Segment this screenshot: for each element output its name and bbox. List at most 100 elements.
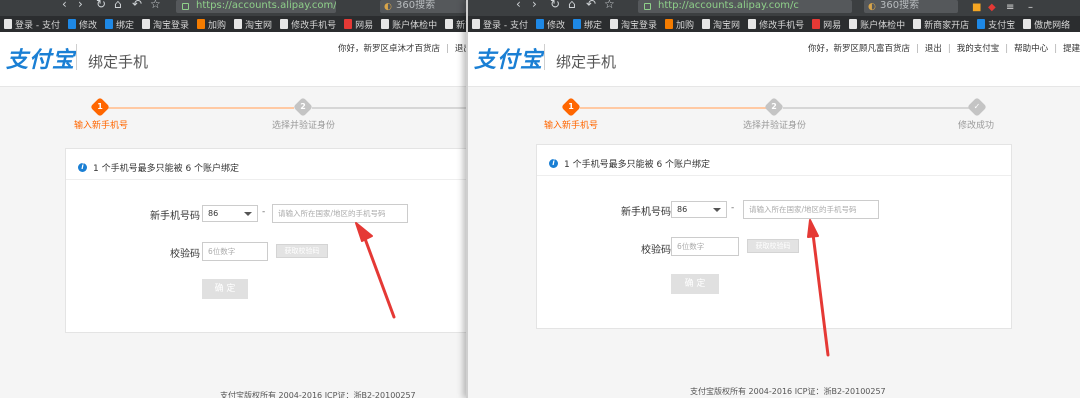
page-title: 绑定手机 — [556, 53, 617, 71]
card-divider — [66, 179, 470, 180]
step-connector — [783, 107, 969, 109]
star-icon[interactable]: ☆ — [604, 0, 615, 11]
phone-input[interactable]: 请输入所在国家/地区的手机号码 — [743, 200, 879, 219]
bookmark-item[interactable]: 淘宝网 — [702, 18, 740, 31]
alipay-logo[interactable]: 支付宝 — [474, 42, 543, 74]
confirm-button[interactable]: 确 定 — [671, 274, 719, 294]
browser-titlebar: ‹ › ↻ ⌂ ↶ ☆ http://accounts.alipay.com/c… — [468, 0, 1080, 16]
reload-icon[interactable]: ↻ — [550, 0, 560, 11]
search-engine-icon: ◐ — [384, 2, 392, 12]
bookmark-item[interactable]: 账户体检中 — [381, 18, 437, 31]
address-bar[interactable]: https://accounts.alipay.com/co — [176, 0, 336, 13]
info-notice: i 1 个手机号最多只能被 6 个账户绑定 — [549, 157, 710, 170]
star-icon[interactable]: ☆ — [150, 0, 161, 11]
alipay-icon — [535, 19, 544, 29]
minimize-icon[interactable]: – — [1028, 2, 1033, 13]
bookmark-item[interactable]: 账户体检中 — [849, 18, 905, 31]
bookmark-item[interactable]: 绑定 — [573, 18, 602, 31]
bookmark-item[interactable]: 修改 — [535, 18, 565, 31]
chevron-down-icon — [244, 212, 252, 216]
forward-icon[interactable]: › — [78, 0, 83, 11]
card-divider — [537, 175, 1011, 176]
page-title: 绑定手机 — [88, 53, 149, 71]
taobao-icon — [665, 19, 674, 29]
bookmark-item[interactable]: 淘宝网 — [234, 18, 272, 31]
country-code-select[interactable]: 86 — [202, 205, 258, 222]
page-icon — [702, 19, 711, 29]
home-icon[interactable]: ⌂ — [114, 0, 122, 11]
step-2-marker: 2 — [293, 97, 313, 117]
confirm-button[interactable]: 确 定 — [202, 279, 248, 299]
bookmark-item[interactable]: 傲虎网络 — [1023, 18, 1070, 31]
bookmark-item[interactable]: 网易 — [344, 18, 373, 31]
menu-icon[interactable]: ≡ — [1006, 2, 1014, 13]
address-bar[interactable]: http://accounts.alipay.com/c — [638, 0, 852, 13]
search-label: 360搜索 — [880, 0, 920, 11]
right-screenshot: ‹ › ↻ ⌂ ↶ ☆ http://accounts.alipay.com/c… — [466, 0, 1080, 398]
info-notice: i 1 个手机号最多只能被 6 个账户绑定 — [78, 161, 239, 174]
home-icon[interactable]: ⌂ — [568, 0, 576, 11]
bookmark-item[interactable]: 网易 — [812, 18, 841, 31]
reload-icon[interactable]: ↻ — [96, 0, 106, 11]
bookmark-item[interactable]: 加购 — [665, 18, 694, 31]
alipay-icon — [573, 19, 581, 29]
page-icon — [913, 19, 922, 29]
step-1-marker: 1 — [90, 97, 110, 117]
country-code-select[interactable]: 86 — [671, 201, 727, 218]
alipay-icon — [105, 19, 113, 29]
info-icon: i — [549, 159, 558, 168]
feedback-link[interactable]: 提建议 — [1063, 42, 1080, 54]
logout-link[interactable]: 退出 — [925, 42, 942, 54]
bookmark-item[interactable]: 淘宝登录 — [610, 18, 657, 31]
back-icon[interactable]: ‹ — [62, 0, 67, 11]
code-input[interactable]: 6位数字 — [671, 237, 739, 256]
step-connector — [312, 107, 470, 109]
bookmark-item[interactable]: 修改 — [67, 18, 97, 31]
bookmark-item[interactable]: 支付宝 — [977, 18, 1015, 31]
bookmark-item[interactable]: 加购 — [197, 18, 226, 31]
bookmarks-bar: 登录 - 支付 修改 绑定 淘宝登录 加购 淘宝网 修改手机号 网易 账户体检中… — [0, 16, 470, 32]
forward-icon[interactable]: › — [532, 0, 537, 11]
bookmark-item[interactable]: 绑定 — [105, 18, 134, 31]
page-icon — [142, 19, 151, 29]
bookmark-item[interactable]: 新商家开店 — [913, 18, 969, 31]
bookmark-item[interactable]: 淘宝登录 — [142, 18, 189, 31]
chevron-down-icon — [713, 208, 721, 212]
search-box[interactable]: ◐ 360搜索 — [380, 0, 466, 13]
alipay-logo[interactable]: 支付宝 — [6, 42, 75, 74]
back-icon[interactable]: ‹ — [516, 0, 521, 11]
bookmark-item[interactable]: 修改手机号 — [280, 18, 336, 31]
bookmark-item[interactable]: 修改手机号 — [748, 18, 804, 31]
phone-input[interactable]: 请输入所在国家/地区的手机号码 — [272, 204, 408, 223]
link-separator: | — [446, 44, 449, 54]
search-box[interactable]: ◐ 360搜索 — [864, 0, 958, 13]
search-label: 360搜索 — [396, 0, 436, 11]
top-links: 你好，新罗区卓沐才百货店|退出 — [338, 42, 470, 54]
bookmark-item[interactable]: 登录 - 支付 — [472, 18, 528, 31]
code-label: 校验码 — [641, 245, 671, 256]
link-separator: | — [947, 44, 951, 54]
extension-icon[interactable]: ■ — [972, 2, 981, 13]
taobao-icon — [197, 19, 206, 29]
bookmarks-bar: 登录 - 支付 修改 绑定 淘宝登录 加购 淘宝网 修改手机号 网易 账户体检中… — [468, 16, 1080, 32]
link-separator: | — [1054, 44, 1058, 54]
code-input[interactable]: 6位数字 — [202, 242, 268, 261]
get-code-button[interactable]: 获取校验码 — [276, 244, 328, 258]
page-icon — [748, 19, 757, 29]
page-icon — [234, 19, 243, 29]
bookmark-item[interactable]: 登录 - 支付 — [4, 18, 60, 31]
undo-icon[interactable]: ↶ — [586, 0, 596, 11]
step-connector — [104, 107, 294, 109]
help-center-link[interactable]: 帮助中心 — [1014, 42, 1048, 54]
undo-icon[interactable]: ↶ — [132, 0, 142, 11]
step-1-label: 输入新手机号 — [544, 121, 599, 131]
address-text: http://accounts.alipay.com/c — [658, 0, 799, 11]
get-code-button[interactable]: 获取校验码 — [747, 239, 799, 253]
header-divider — [544, 44, 545, 70]
my-alipay-link[interactable]: 我的支付宝 — [957, 42, 1000, 54]
page-header: 支付宝 绑定手机 你好，新罗区顾凡富百货店 | 退出 | 我的支付宝 | 帮助中心 | 提建议 — [468, 32, 1080, 87]
lock-icon — [644, 3, 651, 10]
page-icon — [445, 19, 454, 29]
page-icon — [4, 19, 12, 29]
flag-icon[interactable]: ◆ — [988, 2, 996, 13]
